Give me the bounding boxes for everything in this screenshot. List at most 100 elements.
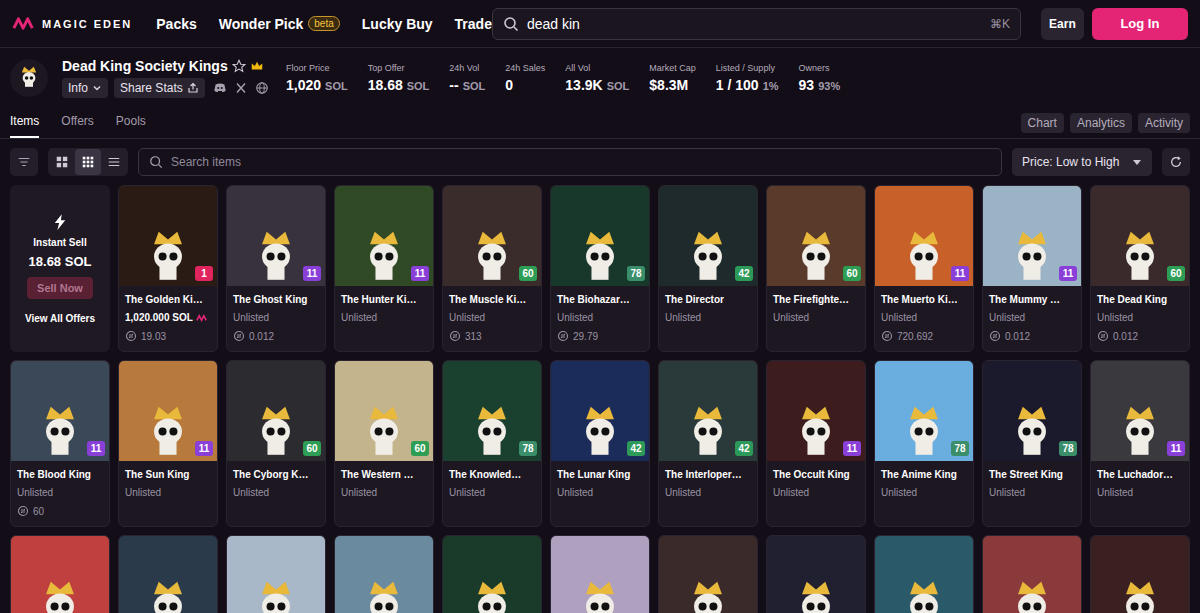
stat-value: 1,020SOL bbox=[286, 77, 348, 93]
nft-card[interactable]: 42The Interloper…Unlisted bbox=[658, 360, 758, 527]
nft-card[interactable]: 60The Cyborg K…Unlisted bbox=[226, 360, 326, 527]
view-toggle-button[interactable] bbox=[101, 149, 127, 175]
discord-icon[interactable] bbox=[213, 81, 227, 95]
nft-card[interactable]: 11The Sun KingUnlisted bbox=[118, 360, 218, 527]
filter-button[interactable] bbox=[10, 148, 38, 176]
rank-badge: 78 bbox=[951, 441, 969, 456]
nav-link[interactable]: Packs bbox=[156, 16, 196, 32]
nft-card[interactable]: 78The Anime KingUnlisted bbox=[874, 360, 974, 527]
item-search[interactable]: Search items bbox=[138, 148, 1002, 176]
sell-now-button[interactable]: Sell Now bbox=[27, 277, 93, 299]
grid-small-icon bbox=[81, 155, 95, 169]
skull-king-icon bbox=[461, 574, 523, 613]
view-toggle-button[interactable] bbox=[75, 149, 101, 175]
nft-card[interactable] bbox=[442, 535, 542, 613]
nft-name: The Hunter Ki… bbox=[341, 294, 427, 305]
nav-link[interactable]: Lucky Buy bbox=[362, 16, 433, 32]
globe-icon[interactable] bbox=[255, 81, 269, 95]
skull-king-icon bbox=[785, 399, 847, 461]
last-sale: 0.012 bbox=[233, 330, 319, 342]
stat-label: 24h Vol bbox=[449, 63, 485, 73]
nft-card[interactable] bbox=[10, 535, 110, 613]
stat-label: Floor Price bbox=[286, 63, 348, 73]
nft-card[interactable] bbox=[550, 535, 650, 613]
nft-card[interactable]: 78The Street KingUnlisted bbox=[982, 360, 1082, 527]
earn-button[interactable]: Earn bbox=[1041, 8, 1084, 40]
nft-price: Unlisted bbox=[773, 312, 859, 323]
global-search[interactable]: dead kin⌘K bbox=[492, 8, 1021, 40]
view-toggle bbox=[48, 148, 128, 176]
nft-card[interactable]: 11The Luchador…Unlisted bbox=[1090, 360, 1190, 527]
nft-card[interactable]: 60The Dead KingUnlisted0.012 bbox=[1090, 185, 1190, 352]
view-all-offers-link[interactable]: View All Offers bbox=[25, 313, 95, 324]
skull-king-icon bbox=[1109, 224, 1171, 286]
nft-price: Unlisted bbox=[881, 312, 967, 323]
nft-card[interactable]: 60The Muscle Ki…Unlisted313 bbox=[442, 185, 542, 352]
logo[interactable]: MAGIC EDEN bbox=[12, 16, 132, 31]
view-button[interactable]: Analytics bbox=[1070, 113, 1132, 133]
nft-image: 78 bbox=[983, 361, 1081, 461]
nft-card[interactable]: 11The Ghost KingUnlisted0.012 bbox=[226, 185, 326, 352]
rank-badge: 11 bbox=[411, 266, 429, 281]
info-button[interactable]: Info bbox=[62, 78, 108, 98]
nft-card[interactable] bbox=[874, 535, 974, 613]
nft-price: Unlisted bbox=[125, 487, 211, 498]
nft-name: The Sun King bbox=[125, 469, 211, 480]
skull-king-icon bbox=[677, 224, 739, 286]
nft-price: Unlisted bbox=[881, 487, 967, 498]
view-button[interactable]: Activity bbox=[1138, 113, 1190, 133]
sort-dropdown[interactable]: Price: Low to High bbox=[1012, 148, 1152, 176]
nft-price: Unlisted bbox=[1097, 487, 1183, 498]
nft-card[interactable]: 1The Golden Ki…1,020.000 SOL19.03 bbox=[118, 185, 218, 352]
nft-card[interactable]: 11The Occult KingUnlisted bbox=[766, 360, 866, 527]
nav-link[interactable]: Trade bbox=[455, 16, 492, 32]
refresh-button[interactable] bbox=[1162, 148, 1190, 176]
x-icon[interactable] bbox=[235, 82, 247, 94]
nft-card[interactable]: 78The Biohazar…Unlisted29.79 bbox=[550, 185, 650, 352]
stat: Listed / Supply1 / 1001% bbox=[716, 63, 779, 93]
nft-image: 78 bbox=[443, 361, 541, 461]
nft-card[interactable]: 11The Blood KingUnlisted60 bbox=[10, 360, 110, 527]
nft-card[interactable] bbox=[334, 535, 434, 613]
nav-link[interactable]: Wonder Pickbeta bbox=[219, 16, 340, 32]
skull-king-icon bbox=[785, 574, 847, 613]
star-icon[interactable] bbox=[232, 59, 246, 73]
nft-card[interactable] bbox=[982, 535, 1082, 613]
nft-card[interactable] bbox=[1090, 535, 1190, 613]
nft-image bbox=[551, 536, 649, 613]
share-stats-button[interactable]: Share Stats bbox=[114, 78, 205, 98]
nft-card[interactable] bbox=[226, 535, 326, 613]
nft-card[interactable]: 42The Lunar KingUnlisted bbox=[550, 360, 650, 527]
nft-price: Unlisted bbox=[341, 487, 427, 498]
nft-card[interactable]: 11The Mummy …Unlisted0.012 bbox=[982, 185, 1082, 352]
nft-card[interactable] bbox=[766, 535, 866, 613]
view-button[interactable]: Chart bbox=[1021, 113, 1064, 133]
nft-card[interactable]: 11The Muerto Ki…Unlisted720.692 bbox=[874, 185, 974, 352]
skull-king-icon bbox=[1001, 224, 1063, 286]
nft-price: Unlisted bbox=[557, 312, 643, 323]
tab[interactable]: Offers bbox=[61, 108, 93, 138]
tab[interactable]: Pools bbox=[116, 108, 146, 138]
view-toggle-button[interactable] bbox=[49, 149, 75, 175]
nft-card[interactable]: 78The Knowled…Unlisted bbox=[442, 360, 542, 527]
nft-card[interactable]: 60The Western …Unlisted bbox=[334, 360, 434, 527]
nft-image bbox=[767, 536, 865, 613]
last-sale: 0.012 bbox=[989, 330, 1075, 342]
nft-image: 78 bbox=[875, 361, 973, 461]
stat-unit: 93% bbox=[818, 80, 840, 92]
nft-card[interactable]: 60The Firefighte…Unlisted bbox=[766, 185, 866, 352]
nft-image bbox=[659, 536, 757, 613]
tab[interactable]: Items bbox=[10, 108, 39, 138]
nft-name: The Ghost King bbox=[233, 294, 319, 305]
login-button[interactable]: Log In bbox=[1092, 8, 1188, 40]
skull-king-icon bbox=[13, 62, 45, 94]
nft-card[interactable] bbox=[118, 535, 218, 613]
nft-card[interactable]: 42The DirectorUnlisted bbox=[658, 185, 758, 352]
nft-card[interactable] bbox=[658, 535, 758, 613]
rank-badge: 78 bbox=[1059, 441, 1077, 456]
stat: Floor Price 1,020SOL bbox=[286, 63, 348, 93]
last-sale: 720.692 bbox=[881, 330, 967, 342]
nft-name: The Street King bbox=[989, 469, 1075, 480]
nft-card[interactable]: 11The Hunter Ki…Unlisted bbox=[334, 185, 434, 352]
nft-name: The Muerto Ki… bbox=[881, 294, 967, 305]
